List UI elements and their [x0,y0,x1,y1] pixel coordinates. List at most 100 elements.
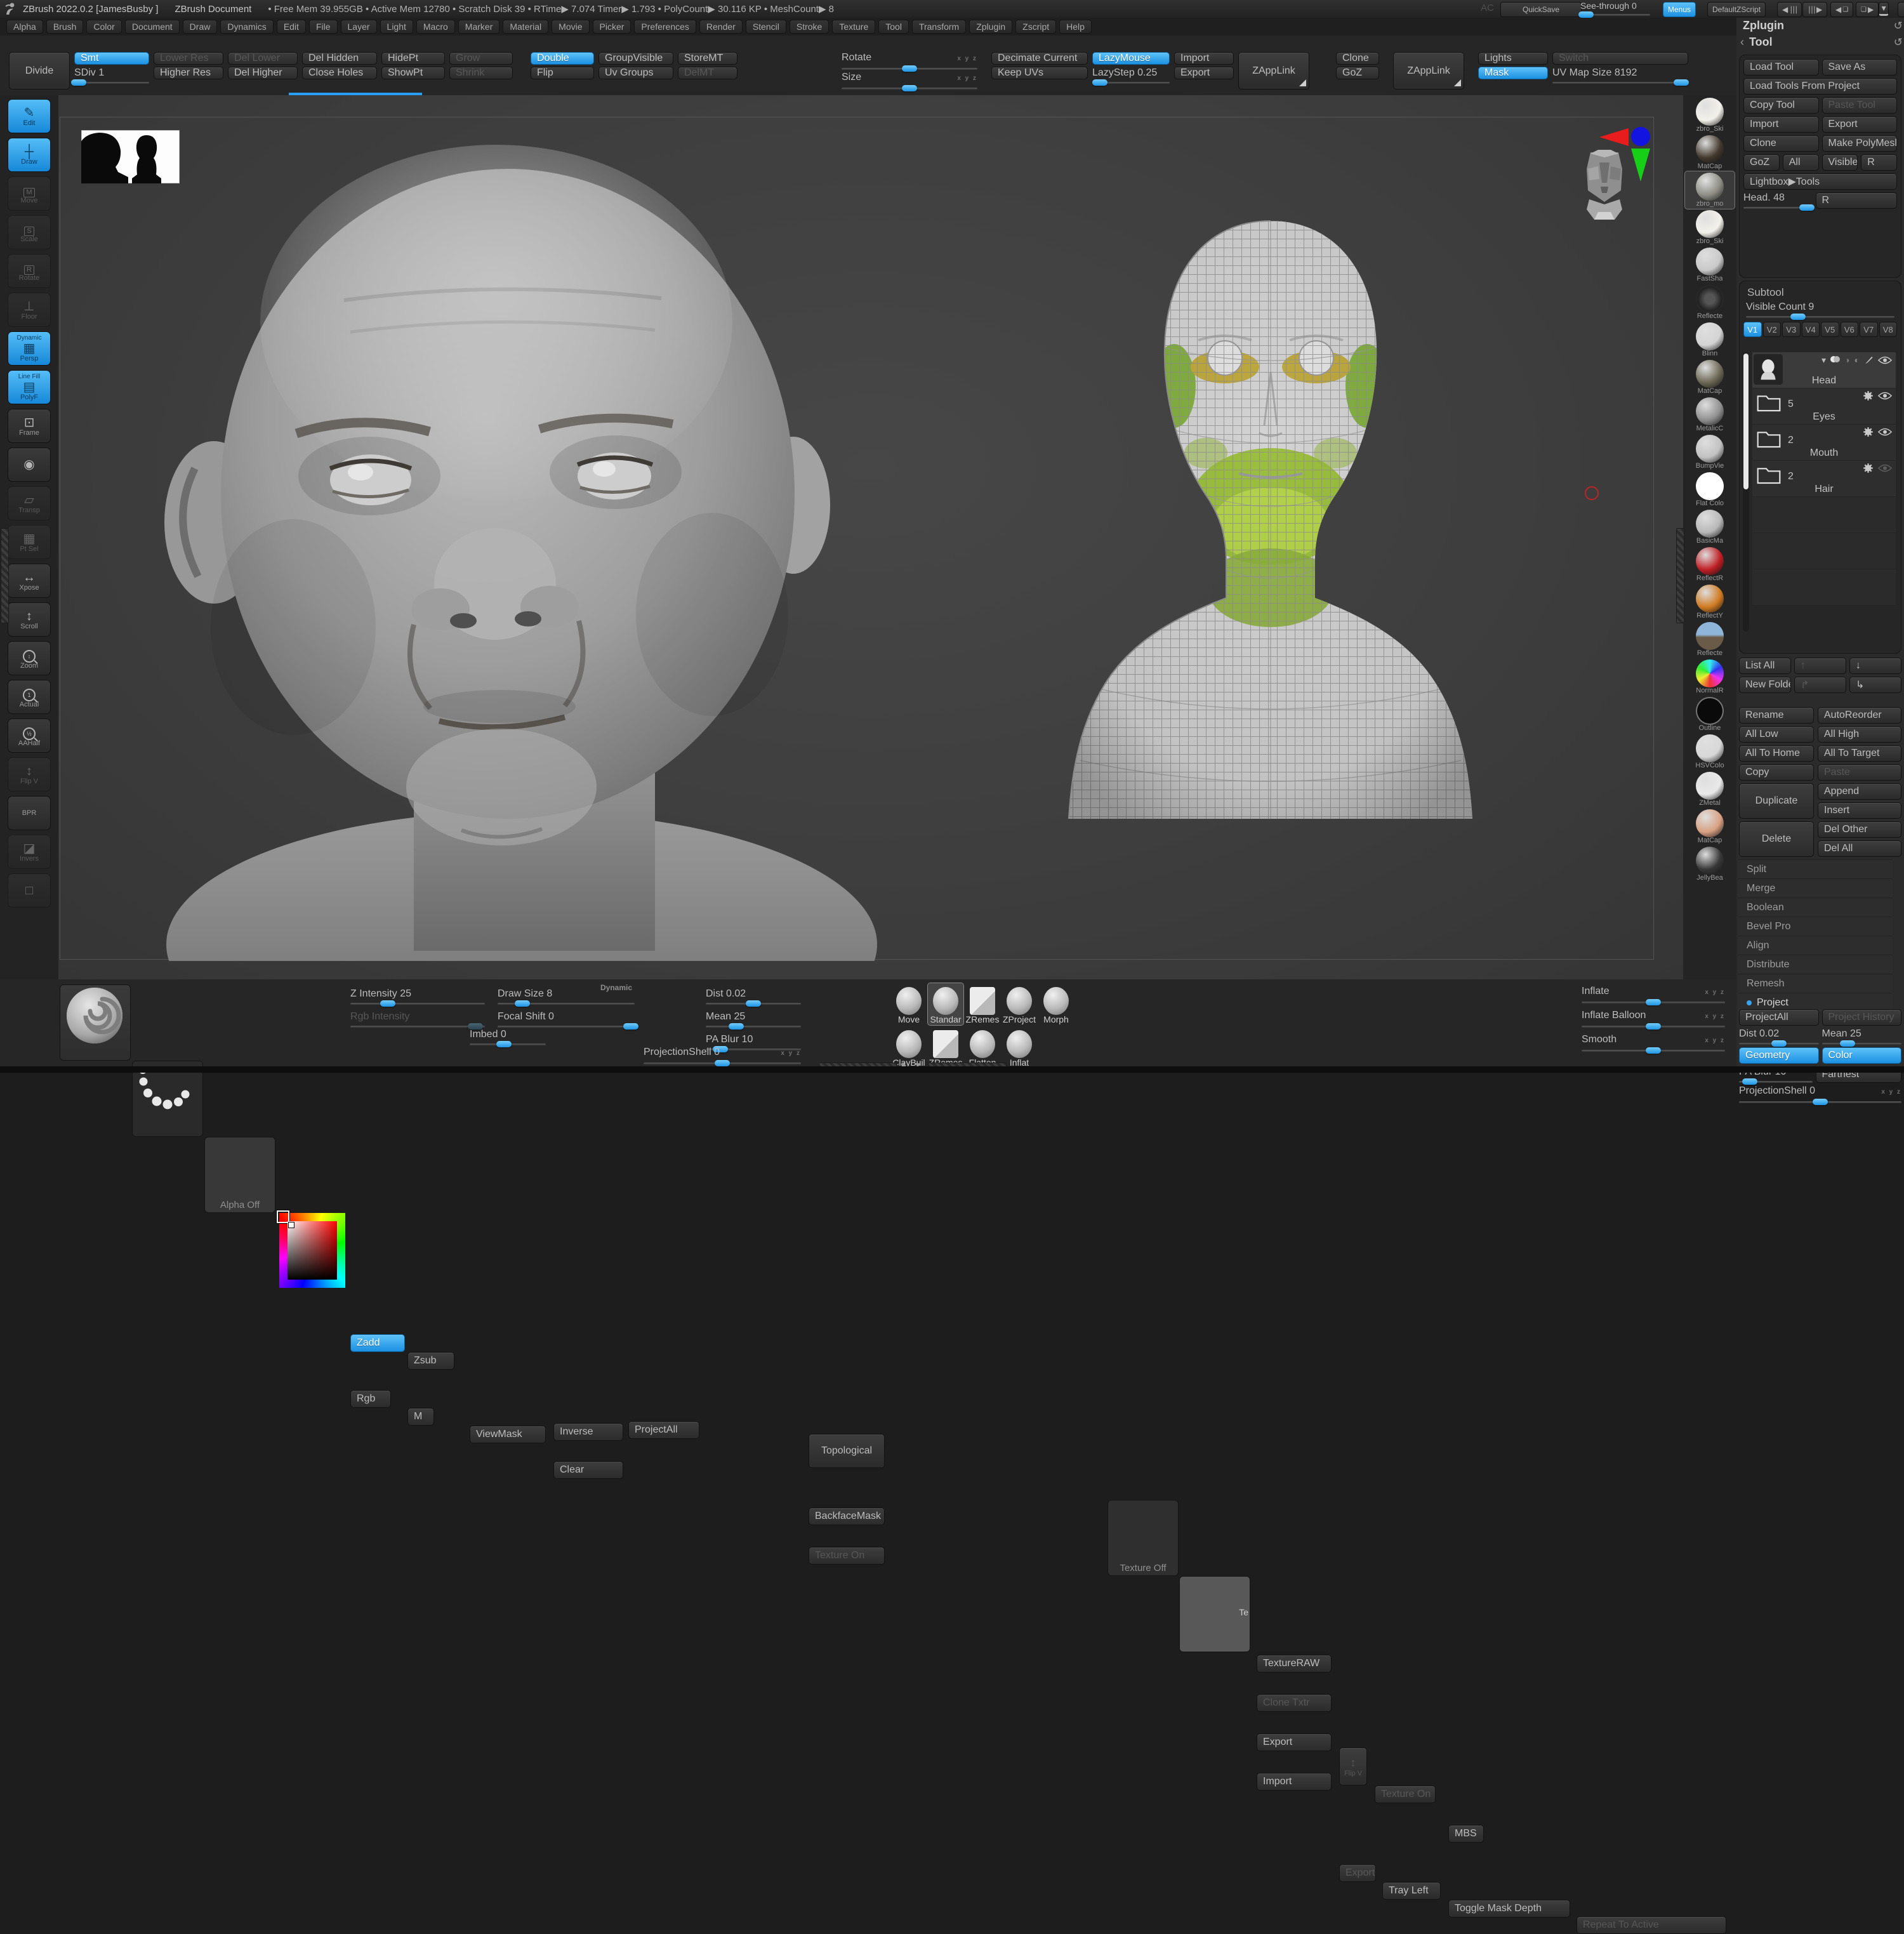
material-blinn[interactable]: Blinn [1685,321,1735,359]
left-tray-handle[interactable] [1,528,9,623]
menu-light[interactable]: Light [380,20,413,34]
subtool-tab-v6[interactable]: V6 [1840,322,1858,337]
brush-pick-zremes[interactable]: ZRemes [965,983,1000,1025]
subtool-tab-v3[interactable]: V3 [1782,322,1801,337]
subpalette-remesh[interactable]: Remesh [1738,974,1893,993]
axis-x-icon[interactable] [1599,128,1629,146]
mbs-button[interactable]: MBS [1448,1825,1484,1843]
right-tray-handle[interactable] [1676,528,1684,623]
topological-button[interactable]: Topological [809,1434,885,1468]
head-48-slider[interactable]: Head. 48 [1743,192,1815,211]
texture-on2-button[interactable]: Texture On [1375,1785,1436,1803]
dist-0-02-slider[interactable]: Dist 0.02 [706,988,801,1007]
keep-uvs-button[interactable]: Keep UVs [991,67,1088,79]
subpalette-merge[interactable]: Merge [1738,878,1893,897]
inflate-balloon-slider[interactable]: Inflate Balloon x y z [1582,1010,1725,1030]
item-button[interactable]: ↳ [1849,677,1901,693]
projectall-button[interactable]: ProjectAll [1739,1009,1819,1026]
subpalette-distribute[interactable]: Distribute [1738,955,1893,974]
menu-file[interactable]: File [308,20,338,34]
geometry-button[interactable]: Geometry [1739,1047,1819,1064]
restore-config-icon[interactable]: ↺ [1894,36,1903,49]
backfacemask-button[interactable]: BackfaceMask [809,1507,885,1525]
size-slider[interactable]: Size x y z [842,72,977,91]
del-higher-button[interactable]: Del Higher [228,67,298,79]
export-button[interactable]: Export [1174,67,1234,79]
mean-25-slider[interactable]: Mean 25 [706,1011,801,1030]
zsub-button[interactable]: Zsub [407,1352,454,1370]
material-zbro-ski[interactable]: zbro_Ski [1685,96,1735,134]
m-button[interactable]: M [407,1408,434,1426]
all-to-home-button[interactable]: All To Home [1739,745,1814,762]
subtool-header[interactable]: Subtool [1743,285,1897,301]
color-button[interactable]: Color [1821,1047,1901,1064]
current-brush-thumbnail[interactable]: Standard [60,984,131,1061]
clone-txtr-button[interactable]: Clone Txtr [1257,1694,1332,1712]
material-zbro-ski[interactable]: zbro_Ski [1685,209,1735,246]
sculpt-head-model[interactable] [84,113,972,961]
menu-draw[interactable]: Draw [182,20,218,34]
quicksave-button[interactable]: QuickSave [1500,2,1582,17]
subtool-tab-v7[interactable]: V7 [1860,322,1878,337]
wireframe-head-model[interactable] [1010,176,1531,824]
material-basicma[interactable]: BasicMa [1685,508,1735,546]
uv-icon[interactable]: ▾ [1821,355,1826,364]
texture-import-button[interactable]: Import [1257,1773,1332,1791]
material-reflecte[interactable]: Reflecte [1685,621,1735,658]
dock-floor-button[interactable]: ⊥ Floor [8,293,51,327]
save-as-button[interactable]: Save As [1821,59,1897,76]
goz-button[interactable]: GoZ [1336,67,1379,79]
see-through-slider[interactable]: See-through 0 [1578,1,1656,18]
zapplink-button[interactable]: ZAppLink [1238,52,1309,89]
brush-pick-morph[interactable]: Morph [1038,983,1074,1025]
copy-tool-button[interactable]: Copy Tool [1743,97,1819,114]
visible-button[interactable]: Visible [1821,154,1858,171]
zapplink-button[interactable]: ZAppLink [1393,52,1464,89]
menu-macro[interactable]: Macro [416,20,455,34]
zplugin-header[interactable]: Zplugin ↺ [1736,19,1904,32]
flip-button[interactable]: Flip [531,67,594,79]
menus-toggle-button[interactable]: Menus [1663,2,1696,17]
subtool-tab-v5[interactable]: V5 [1821,322,1839,337]
duplicate-button[interactable]: Duplicate [1739,783,1814,819]
menu-transform[interactable]: Transform [911,20,967,34]
polypaint-icon[interactable] [1830,354,1841,366]
gear-icon[interactable] [1863,427,1874,437]
inflate-slider[interactable]: Inflate x y z [1582,986,1725,1005]
menu-stroke[interactable]: Stroke [789,20,830,34]
material-reflectr[interactable]: ReflectR [1685,546,1735,583]
chevron-left-icon[interactable]: ‹ [1740,36,1744,49]
menu-edit[interactable]: Edit [276,20,306,34]
hidept-button[interactable]: HidePt [381,52,445,65]
menu-texture[interactable]: Texture [832,20,876,34]
material-matcap[interactable]: MatCap [1685,808,1735,845]
menu-picker[interactable]: Picker [592,20,631,34]
paint-brush-icon[interactable] [1864,355,1874,365]
material-outline[interactable]: Outline [1685,696,1735,733]
lazymouse-button[interactable]: LazyMouse [1092,52,1170,65]
subtool-row-eyes[interactable]: 5 Eyes [1752,388,1896,425]
dock-camera-icon-button[interactable]: ◉ [8,447,51,482]
camera-view-gizmo-icon[interactable] [1582,141,1627,222]
dock-gnomon-cube-icon-button[interactable]: □ [8,873,51,908]
del-all-button[interactable]: Del All [1818,840,1901,857]
material-jellybea[interactable]: JellyBea [1685,845,1735,883]
material-matcap[interactable]: MatCap [1685,134,1735,171]
export-dim-button[interactable]: Export [1339,1864,1376,1882]
focal-shift-0-slider[interactable]: Focal Shift 0 [498,1011,638,1030]
menu-dynamics[interactable]: Dynamics [220,20,274,34]
dock-aahalf-button[interactable]: ½ AAHalf [8,719,51,753]
all-high-button[interactable]: All High [1818,726,1901,743]
axis-y-icon[interactable] [1631,149,1650,182]
shrink-button[interactable]: Shrink [449,67,513,79]
r-button[interactable]: R [1815,192,1897,209]
item-button[interactable]: ↑ [1794,658,1846,674]
load-tool-button[interactable]: Load Tool [1743,59,1819,76]
mean-25-slider[interactable]: Mean 25 [1821,1028,1901,1047]
storemt-button[interactable]: StoreMT [678,52,737,65]
minimize-button[interactable]: ▼ [1879,2,1889,16]
brush-pick-move[interactable]: Move [891,983,927,1025]
dock-edit-button[interactable]: ✎ Edit [8,99,51,133]
menu-movie[interactable]: Movie [552,20,590,34]
menu-alpha[interactable]: Alpha [6,20,43,34]
